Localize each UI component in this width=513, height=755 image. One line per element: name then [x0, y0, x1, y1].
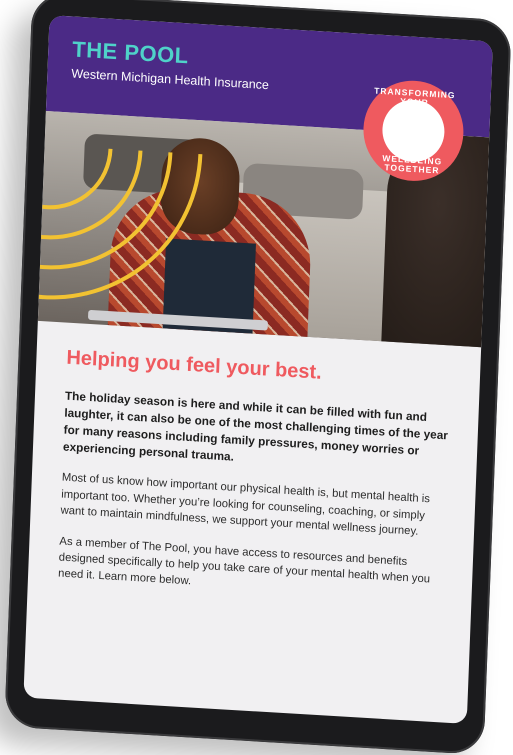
brand-name-prefix: THE [71, 36, 125, 65]
badge-text-top: TRANSFORMING YOUR [374, 85, 456, 108]
article-headline: Helping you feel your best. [66, 346, 323, 384]
article-paragraph: Most of us know how important our physic… [60, 471, 431, 538]
brand-logo: THE POOL [72, 36, 189, 69]
transforming-badge: TRANSFORMING YOUR WELLBEING TOGETHER [361, 77, 466, 184]
badge-text: TRANSFORMING YOUR WELLBEING TOGETHER [362, 78, 466, 184]
article-lead: The holiday season is here and while it … [62, 388, 449, 464]
badge-text-bottom: WELLBEING TOGETHER [382, 153, 443, 175]
tablet-screen: THE POOL Western Michigan Health Insuran… [23, 15, 493, 724]
article-paragraph: As a member of The Pool, you have access… [57, 534, 431, 588]
tablet-frame: THE POOL Western Michigan Health Insuran… [4, 0, 512, 755]
brand-subtitle: Western Michigan Health Insurance [71, 66, 270, 93]
brand-name-main: POOL [123, 39, 190, 69]
tablet-device: THE POOL Western Michigan Health Insuran… [4, 0, 512, 755]
article-content: Helping you feel your best. The holiday … [57, 347, 456, 620]
